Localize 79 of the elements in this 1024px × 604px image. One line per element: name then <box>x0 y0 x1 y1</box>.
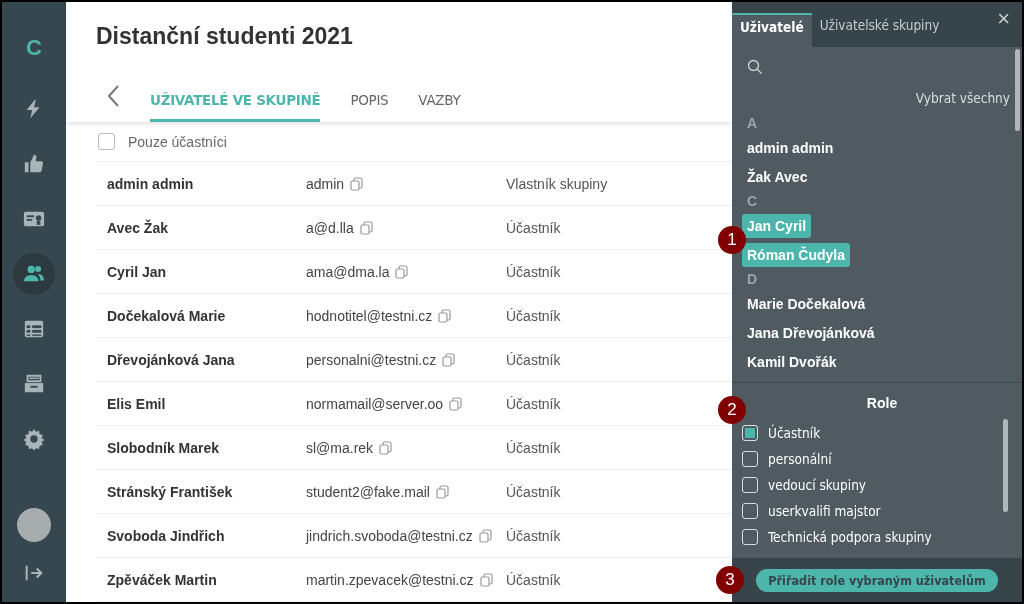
copy-icon[interactable] <box>479 572 493 587</box>
table-cell: normamail@server.oo <box>306 395 444 412</box>
checkbox[interactable] <box>742 425 758 441</box>
table-cell-text: Elis Emil <box>106 395 167 412</box>
table-cell: Účastník <box>506 571 561 588</box>
thumbs-up-icon <box>23 153 45 175</box>
table-cell: Účastník <box>506 307 561 324</box>
table-cell: martin.zpevacek@testni.cz <box>306 571 474 588</box>
copy-icon[interactable] <box>438 308 452 323</box>
table-cell: Účastník <box>506 351 561 368</box>
nav-item[interactable] <box>13 253 55 295</box>
scrollbar[interactable] <box>1003 419 1008 512</box>
checkbox-label: Technická podpora skupiny <box>768 529 932 545</box>
checkbox[interactable] <box>742 451 758 467</box>
table-cell: a@d.lla <box>306 219 354 236</box>
section-title: Role <box>865 395 899 411</box>
table-cell: student2@fake.mail <box>306 483 430 500</box>
table-cell: Vlastník skupiny <box>506 175 608 192</box>
group-letter: D <box>746 270 759 289</box>
table-cell: sl@ma.rek <box>306 439 374 456</box>
scrollbar[interactable] <box>1015 49 1020 131</box>
copy-icon[interactable] <box>395 264 409 279</box>
table-cell: Účastník <box>506 439 561 456</box>
table-cell: jindrich.svoboda@testni.cz <box>306 527 473 544</box>
table-cell: ama@dma.la <box>306 263 390 280</box>
checkbox-label: Pouze účastníci <box>128 133 227 150</box>
checkbox-label: userkvalifi majstor <box>768 503 881 519</box>
table-cell: personalni@testni.cz <box>306 351 437 368</box>
tab[interactable]: Uživatelé <box>732 13 812 47</box>
table-cell: Účastník <box>506 219 561 236</box>
close-button[interactable]: × <box>997 6 1010 32</box>
tab[interactable]: VAZBY <box>418 92 461 122</box>
checkbox[interactable] <box>742 503 758 519</box>
checkbox[interactable] <box>98 133 115 150</box>
user-item[interactable]: Jana Dřevojánková <box>742 320 880 345</box>
table-cell: Účastník <box>506 527 561 544</box>
copy-icon[interactable] <box>350 176 364 191</box>
table-cell-text: Cyril Jan <box>106 263 168 280</box>
user-item[interactable]: Marie Dočekalová <box>742 291 871 316</box>
assign-button[interactable]: Přiřadit role vybraným uživatelům <box>756 568 998 592</box>
avatar[interactable] <box>17 508 51 542</box>
select-all-link[interactable]: Vybrat všechny <box>742 87 1022 113</box>
copy-icon[interactable] <box>442 352 456 367</box>
settings-icon <box>23 428 45 450</box>
copy-icon[interactable] <box>379 440 393 455</box>
table-cell-text: Svoboda Jindřich <box>106 527 226 544</box>
search-icon[interactable] <box>747 59 763 75</box>
table-cell-text: Dřevojánková Jana <box>106 351 236 368</box>
checkbox[interactable] <box>742 529 758 545</box>
table-icon <box>23 318 45 340</box>
table-cell-text: Slobodník Marek <box>106 439 221 456</box>
group-letter: C <box>746 192 759 211</box>
tab[interactable]: Uživatelské skupiny <box>811 13 948 47</box>
table-cell-text: Avec Žak <box>106 219 169 236</box>
page-title: Distanční studenti 2021 <box>96 22 354 51</box>
checkbox-label: personální <box>768 451 832 467</box>
drawer-icon <box>23 373 45 395</box>
table-cell: admin <box>306 175 345 192</box>
table-cell-text: Dočekalová Marie <box>106 307 227 324</box>
tab[interactable]: POPIS <box>350 92 389 122</box>
user-item[interactable]: Žak Avec <box>742 164 813 189</box>
copy-icon[interactable] <box>435 484 449 499</box>
table-cell-text: Zpěváček Martin <box>106 571 218 588</box>
table-cell-text: Stránský František <box>106 483 234 500</box>
checkbox[interactable] <box>742 477 758 493</box>
checkbox-label: vedoucí skupiny <box>768 477 867 493</box>
logo[interactable]: C <box>26 32 42 64</box>
user-item[interactable]: Kamil Dvořák <box>742 349 842 374</box>
user-item[interactable]: admin admin <box>742 135 839 160</box>
table-cell: Účastník <box>506 395 561 412</box>
copy-icon[interactable] <box>449 396 463 411</box>
table-cell: hodnotitel@testni.cz <box>306 307 433 324</box>
copy-icon[interactable] <box>359 220 373 235</box>
table-cell: Účastník <box>506 263 561 280</box>
checkbox-label: Účastník <box>768 425 821 441</box>
group-letter: A <box>746 114 759 133</box>
table-cell: Účastník <box>506 483 561 500</box>
table-cell-text: admin admin <box>106 175 195 192</box>
copy-icon[interactable] <box>478 528 492 543</box>
